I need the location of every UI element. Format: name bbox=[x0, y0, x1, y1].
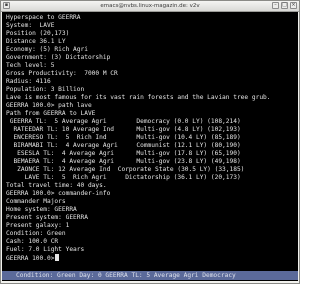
terminal-line: LAVE TL: 5 Rich Agri Dictatorship (36.1 … bbox=[6, 174, 241, 181]
terminal-line: GEERRA 100.0> path lave bbox=[6, 102, 92, 109]
terminal-line: Lave is most famous for its vast rain fo… bbox=[6, 94, 271, 101]
title-bar[interactable]: ▪ emacs@nvbs.linux-magazin.de: v2v – □ × bbox=[1, 1, 299, 12]
terminal-line: ESESLA TL: 4 Average Agri Multi-gov (17.… bbox=[6, 150, 241, 157]
maximize-button[interactable]: □ bbox=[281, 2, 288, 9]
command-prompt-line[interactable]: GEERRA 100.0> bbox=[6, 254, 60, 262]
terminal-line: Tech level: 5 bbox=[6, 62, 55, 69]
terminal-line: Government: (3) Dictatorship bbox=[6, 54, 111, 61]
window-title: emacs@nvbs.linux-magazin.de: v2v bbox=[100, 3, 200, 9]
terminal-line: Total travel time: 40 days. bbox=[6, 182, 107, 189]
terminal-line: Condition: Green bbox=[6, 230, 66, 237]
text-cursor bbox=[55, 254, 60, 261]
terminal-line: System: LAVE bbox=[6, 22, 55, 29]
minimize-button[interactable]: – bbox=[272, 2, 279, 9]
minimize-icon: – bbox=[274, 2, 277, 8]
status-bar: Condition: Green Day: 0 GEERRA TL: 5 Ave… bbox=[2, 271, 298, 280]
terminal-line: Home system: GEERRA bbox=[6, 206, 77, 213]
terminal-line: RATEEDAR TL: 10 Average Ind Multi-gov (4… bbox=[6, 126, 241, 133]
status-text: Condition: Green Day: 0 GEERRA TL: 5 Ave… bbox=[16, 272, 236, 279]
terminal-line: Position (20,173) bbox=[6, 30, 70, 37]
maximize-icon: □ bbox=[282, 2, 287, 8]
close-icon: × bbox=[291, 2, 296, 8]
terminal-line: Population: 3 Billion bbox=[6, 86, 85, 93]
terminal-line: Radius: 4116 bbox=[6, 78, 51, 85]
terminal-line: Cash: 100.0 CR bbox=[6, 238, 59, 245]
terminal-line: ENCERESO TL: 5 Rich Ind Multi-gov (10.4 … bbox=[6, 134, 241, 141]
terminal-line: BIRAMABI TL: 4 Average Agri Communist (1… bbox=[6, 142, 241, 149]
terminal-line: Commander Majors bbox=[6, 198, 66, 205]
terminal-line: Fuel: 7.0 Light Years bbox=[6, 246, 85, 253]
terminal-line: Gross Productivity: 7000 M CR bbox=[6, 70, 118, 77]
terminal-output[interactable]: Hyperspace to GEERRA System: LAVE Positi… bbox=[2, 12, 298, 269]
terminal-line: ZAONCE TL: 12 Average Ind Corporate Stat… bbox=[6, 166, 245, 173]
terminal-line: Path from GEERRA to LAVE bbox=[6, 110, 96, 117]
terminal-window: ▪ emacs@nvbs.linux-magazin.de: v2v – □ ×… bbox=[0, 0, 300, 284]
close-button[interactable]: × bbox=[290, 2, 297, 9]
terminal-line: BEMAERA TL: 4 Average Agri Multi-gov (23… bbox=[6, 158, 241, 165]
terminal-line: Economy: (5) Rich Agri bbox=[6, 46, 88, 53]
terminal-line: GEERRA 100.0> commander-info bbox=[6, 190, 111, 197]
status-bar-area: Condition: Green Day: 0 GEERRA TL: 5 Ave… bbox=[2, 269, 298, 281]
terminal-line: Present system: GEERRA bbox=[6, 214, 88, 221]
command-prompt: GEERRA 100.0> bbox=[6, 255, 55, 262]
terminal-line: GEERRA TL: 5 Average Agri Democracy (0.0… bbox=[6, 118, 241, 125]
terminal-line: Distance 36.1 LY bbox=[6, 38, 66, 45]
terminal-line: Present galaxy: 1 bbox=[6, 222, 70, 229]
terminal-line: Hyperspace to GEERRA bbox=[6, 14, 81, 21]
